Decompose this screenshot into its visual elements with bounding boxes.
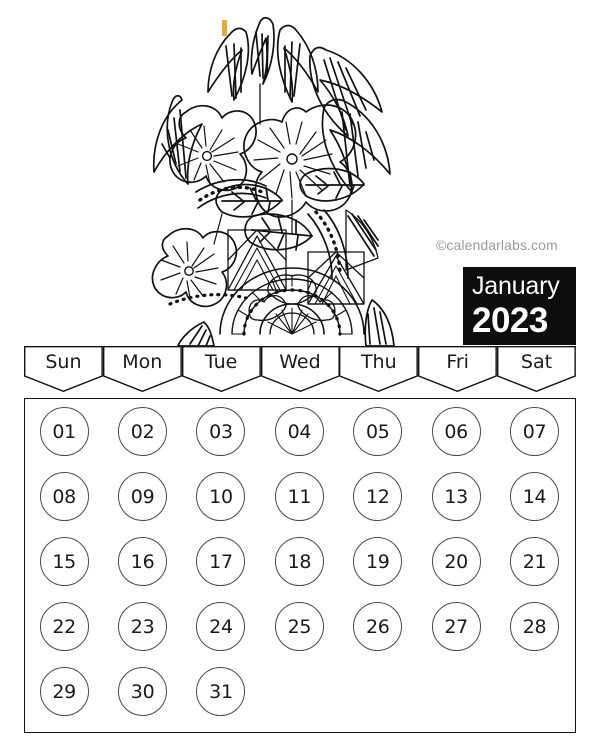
date-number: 22 <box>39 602 89 651</box>
date-number: 09 <box>118 472 168 521</box>
date-cell[interactable]: 09 <box>103 464 181 529</box>
date-cell[interactable]: 31 <box>182 659 260 724</box>
year-label: 2023 <box>472 301 548 340</box>
date-cell[interactable]: 21 <box>495 529 573 594</box>
date-cell[interactable]: 15 <box>25 529 103 594</box>
weekday-label: Fri <box>446 351 469 373</box>
date-number: 07 <box>510 407 560 456</box>
date-cell[interactable]: 13 <box>417 464 495 529</box>
date-number: 03 <box>196 407 246 456</box>
date-number: 18 <box>274 537 324 586</box>
date-cell[interactable]: 27 <box>417 594 495 659</box>
weekday-banner-tue: Tue <box>182 346 261 392</box>
date-number: 20 <box>431 537 481 586</box>
date-number: 10 <box>196 472 246 521</box>
date-cell[interactable]: 29 <box>25 659 103 724</box>
week-row: 08 09 10 11 12 13 14 <box>25 464 575 529</box>
date-cell[interactable]: 03 <box>182 399 260 464</box>
weekday-label: Sat <box>520 351 553 373</box>
date-cell[interactable]: 26 <box>339 594 417 659</box>
date-cell[interactable]: 08 <box>25 464 103 529</box>
weekday-label: Mon <box>122 351 163 373</box>
date-cell[interactable]: 06 <box>417 399 495 464</box>
date-number: 27 <box>431 602 481 651</box>
date-cell[interactable]: 17 <box>182 529 260 594</box>
weekday-label: Sun <box>45 351 82 373</box>
date-cell[interactable]: 20 <box>417 529 495 594</box>
date-number: 29 <box>39 667 89 716</box>
date-cell[interactable]: 25 <box>260 594 338 659</box>
date-number: 11 <box>274 472 324 521</box>
date-cell[interactable]: 22 <box>25 594 103 659</box>
weekday-banner-mon: Mon <box>103 346 182 392</box>
date-cell[interactable]: 28 <box>495 594 573 659</box>
date-number: 08 <box>39 472 89 521</box>
weekday-banner-fri: Fri <box>418 346 497 392</box>
date-number: 30 <box>118 667 168 716</box>
date-cell[interactable]: 01 <box>25 399 103 464</box>
date-number: 28 <box>510 602 560 651</box>
weekday-label: Wed <box>279 351 321 373</box>
date-number: 21 <box>510 537 560 586</box>
date-cell-empty <box>417 659 495 724</box>
date-number: 02 <box>118 407 168 456</box>
dates-grid: 01 02 03 04 05 06 07 08 09 10 11 12 13 14 15 16 17 18 19 20… <box>24 398 576 733</box>
date-cell[interactable]: 24 <box>182 594 260 659</box>
date-number: 25 <box>274 602 324 651</box>
date-cell-empty <box>495 659 573 724</box>
date-cell-empty <box>339 659 417 724</box>
date-cell[interactable]: 14 <box>495 464 573 529</box>
date-cell[interactable]: 02 <box>103 399 181 464</box>
date-cell[interactable]: 18 <box>260 529 338 594</box>
date-cell-empty <box>260 659 338 724</box>
date-cell[interactable]: 04 <box>260 399 338 464</box>
hibiscus-floral-line-art-icon <box>151 16 395 346</box>
date-cell[interactable]: 10 <box>182 464 260 529</box>
weekday-banner-sat: Sat <box>497 346 576 392</box>
weekday-banner-sun: Sun <box>24 346 103 392</box>
weekday-label: Thu <box>360 351 397 373</box>
date-number: 19 <box>353 537 403 586</box>
week-row: 15 16 17 18 19 20 21 <box>25 529 575 594</box>
week-row: 22 23 24 25 26 27 28 <box>25 594 575 659</box>
date-number: 26 <box>353 602 403 651</box>
watermark-text: ©calendarlabs.com <box>436 237 558 253</box>
date-cell[interactable]: 07 <box>495 399 573 464</box>
month-year-badge: January 2023 <box>463 267 576 345</box>
date-number: 05 <box>353 407 403 456</box>
date-cell[interactable]: 23 <box>103 594 181 659</box>
date-number: 06 <box>431 407 481 456</box>
date-cell[interactable]: 11 <box>260 464 338 529</box>
date-number: 04 <box>274 407 324 456</box>
date-cell[interactable]: 16 <box>103 529 181 594</box>
date-number: 12 <box>353 472 403 521</box>
date-cell[interactable]: 12 <box>339 464 417 529</box>
weekday-header-row: Sun Mon Tue Wed Thu Fri Sat <box>24 346 576 392</box>
weekday-banner-thu: Thu <box>339 346 418 392</box>
date-number: 01 <box>39 407 89 456</box>
date-number: 17 <box>196 537 246 586</box>
date-number: 13 <box>431 472 481 521</box>
week-row: 29 30 31 <box>25 659 575 724</box>
month-label: January <box>472 272 560 300</box>
date-number: 23 <box>118 602 168 651</box>
date-number: 14 <box>510 472 560 521</box>
date-number: 31 <box>196 667 246 716</box>
weekday-label: Tue <box>204 351 238 373</box>
date-cell[interactable]: 19 <box>339 529 417 594</box>
date-cell[interactable]: 30 <box>103 659 181 724</box>
date-cell[interactable]: 05 <box>339 399 417 464</box>
date-number: 15 <box>39 537 89 586</box>
date-number: 24 <box>196 602 246 651</box>
weekday-banner-wed: Wed <box>261 346 340 392</box>
date-number: 16 <box>118 537 168 586</box>
week-row: 01 02 03 04 05 06 07 <box>25 399 575 464</box>
